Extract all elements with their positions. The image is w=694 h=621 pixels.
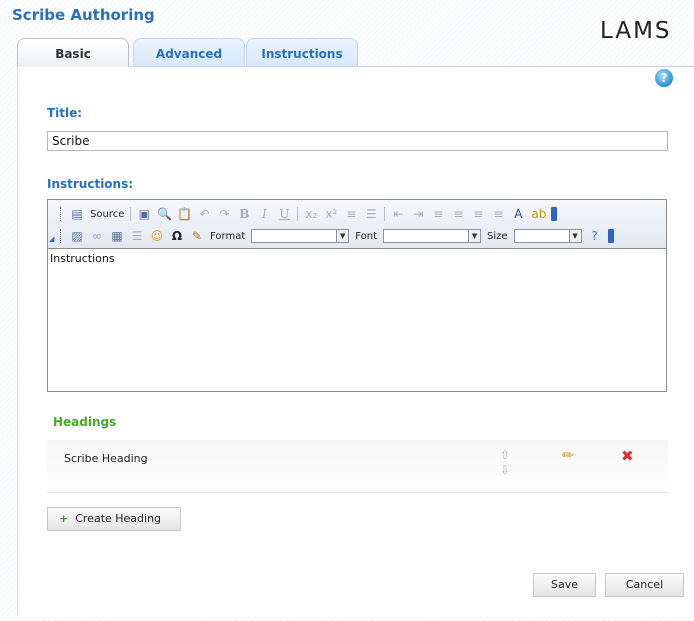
title-input[interactable]: Scribe bbox=[47, 131, 668, 151]
link-icon[interactable]: ∞ bbox=[90, 229, 104, 243]
toolbar-expand-icon[interactable] bbox=[607, 229, 614, 243]
plus-icon: + bbox=[59, 512, 69, 525]
smiley-icon[interactable]: ☺ bbox=[150, 229, 164, 243]
horizontal-rule-icon[interactable]: ☰ bbox=[130, 229, 144, 243]
chevron-down-icon: ▼ bbox=[468, 230, 481, 242]
app-title: Scribe Authoring bbox=[12, 6, 155, 24]
image-icon[interactable]: ▨ bbox=[70, 229, 84, 243]
chevron-down-icon: ▼ bbox=[336, 230, 349, 242]
font-label: Font bbox=[355, 230, 378, 242]
edit-pencil-icon[interactable]: ✏ bbox=[562, 448, 574, 464]
save-button[interactable]: Save bbox=[533, 573, 596, 597]
italic-icon[interactable]: I bbox=[257, 207, 271, 221]
underline-icon[interactable]: U bbox=[277, 207, 291, 221]
move-down-icon[interactable]: ⇩ bbox=[500, 463, 510, 477]
undo-icon[interactable]: ↶ bbox=[197, 207, 211, 221]
toolbar-grip bbox=[60, 207, 64, 221]
tab-instructions[interactable]: Instructions bbox=[246, 38, 358, 67]
numbered-list-icon[interactable]: ≡ bbox=[344, 207, 358, 221]
bold-icon[interactable]: B bbox=[237, 207, 251, 221]
delete-icon[interactable]: ✖ bbox=[621, 447, 634, 465]
toolbar-grip bbox=[60, 229, 64, 243]
title-label: Title: bbox=[47, 106, 83, 120]
editor-toolbar: ▤ Source ▣ 🔍 📋 ↶ ↷ B I U x₂ x² ≡ ☰ ⇤ ⇥ ≡… bbox=[48, 200, 666, 249]
size-label: Size bbox=[487, 230, 508, 242]
align-center-icon[interactable]: ≡ bbox=[451, 207, 465, 221]
lams-logo: LAMS bbox=[600, 18, 672, 44]
toolbar-separator bbox=[384, 207, 386, 221]
heading-text: Scribe Heading bbox=[64, 452, 148, 465]
special-char-icon[interactable]: Ω bbox=[170, 229, 184, 243]
source-button[interactable]: Source bbox=[90, 209, 124, 220]
instructions-editor-body[interactable]: Instructions bbox=[50, 252, 115, 265]
format-label: Format bbox=[210, 230, 246, 242]
superscript-icon[interactable]: x² bbox=[324, 207, 338, 221]
outdent-icon[interactable]: ⇤ bbox=[391, 207, 405, 221]
editor-toolbar-row-2: ▨ ∞ ▦ ☰ ☺ Ω ✎ Format ▼ Font ▼ Size ▼ ? bbox=[60, 226, 614, 246]
toolbar-expand-icon[interactable] bbox=[551, 207, 558, 221]
size-select[interactable]: ▼ bbox=[513, 229, 582, 243]
justify-icon[interactable]: ≡ bbox=[491, 207, 505, 221]
redo-icon[interactable]: ↷ bbox=[217, 207, 231, 221]
preview-icon[interactable]: ▣ bbox=[137, 207, 151, 221]
instructions-label: Instructions: bbox=[47, 177, 134, 191]
cancel-button[interactable]: Cancel bbox=[605, 573, 684, 597]
move-up-icon[interactable]: ⇧ bbox=[500, 448, 510, 462]
subscript-icon[interactable]: x₂ bbox=[304, 207, 318, 221]
background-color-icon[interactable]: ab bbox=[531, 207, 546, 221]
toolbar-separator bbox=[297, 207, 299, 221]
tab-basic[interactable]: Basic bbox=[17, 38, 129, 67]
format-select[interactable]: ▼ bbox=[251, 229, 350, 243]
toolbar-collapse-icon[interactable]: ◢ bbox=[49, 236, 55, 243]
create-heading-button[interactable]: + Create Heading bbox=[47, 507, 181, 531]
chevron-down-icon: ▼ bbox=[568, 230, 581, 242]
indent-icon[interactable]: ⇥ bbox=[411, 207, 425, 221]
source-icon[interactable]: ▤ bbox=[70, 207, 84, 221]
find-icon[interactable]: 🔍 bbox=[157, 207, 172, 221]
heading-row: Scribe Heading ⇧ ⇩ ✏ ✖ bbox=[47, 440, 668, 493]
insert-icon[interactable]: ✎ bbox=[190, 229, 204, 243]
paste-icon[interactable]: 📋 bbox=[177, 207, 192, 221]
align-right-icon[interactable]: ≡ bbox=[471, 207, 485, 221]
headings-label: Headings bbox=[53, 415, 117, 429]
text-color-icon[interactable]: A bbox=[511, 207, 525, 221]
about-icon[interactable]: ? bbox=[588, 229, 602, 243]
table-icon[interactable]: ▦ bbox=[110, 229, 124, 243]
toolbar-separator bbox=[130, 207, 132, 221]
create-heading-label: Create Heading bbox=[75, 512, 162, 525]
instructions-rich-editor: ▤ Source ▣ 🔍 📋 ↶ ↷ B I U x₂ x² ≡ ☰ ⇤ ⇥ ≡… bbox=[47, 199, 667, 392]
help-icon[interactable]: ? bbox=[655, 69, 673, 87]
editor-toolbar-row-1: ▤ Source ▣ 🔍 📋 ↶ ↷ B I U x₂ x² ≡ ☰ ⇤ ⇥ ≡… bbox=[60, 204, 558, 224]
font-select[interactable]: ▼ bbox=[383, 229, 482, 243]
bulleted-list-icon[interactable]: ☰ bbox=[364, 207, 378, 221]
align-left-icon[interactable]: ≡ bbox=[431, 207, 445, 221]
tab-advanced[interactable]: Advanced bbox=[133, 38, 245, 67]
